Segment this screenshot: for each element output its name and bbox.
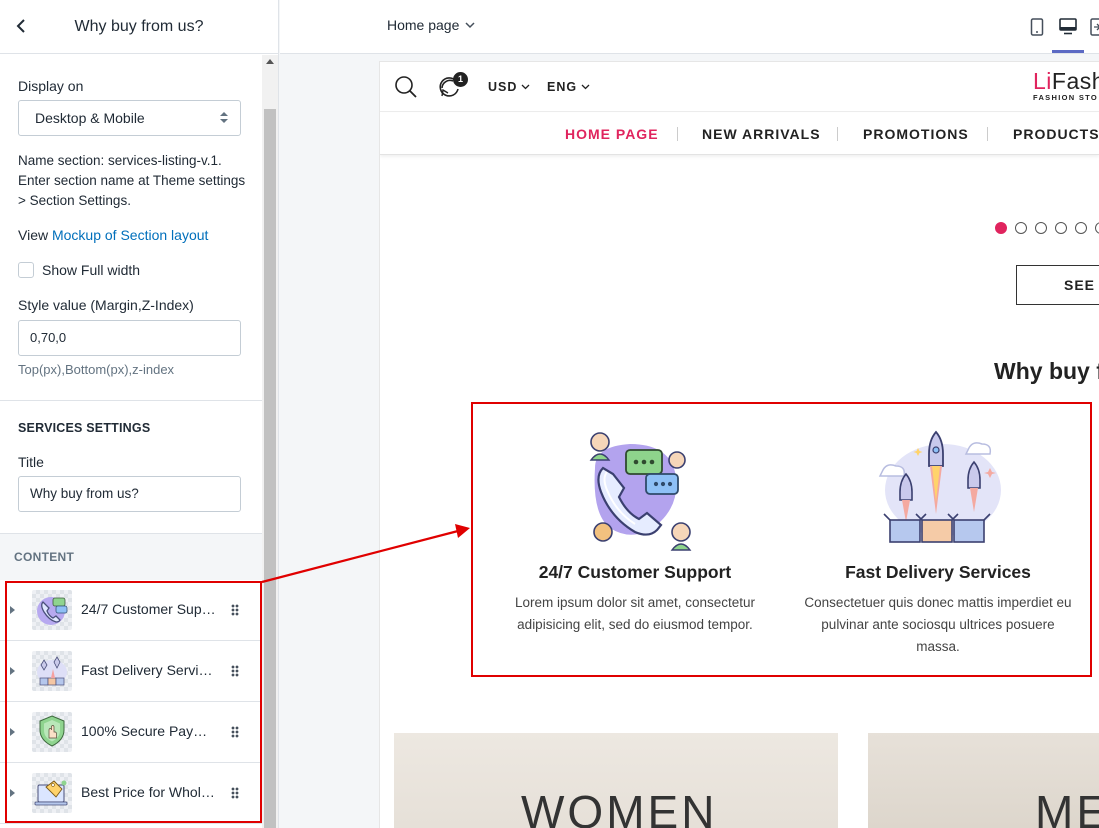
section-editor-panel: Why buy from us? Display on Desktop & Mo… bbox=[0, 0, 279, 828]
block-label: 100% Secure Payment bbox=[81, 723, 217, 739]
panel-header: Why buy from us? bbox=[0, 0, 278, 54]
expand-caret-icon[interactable] bbox=[10, 789, 15, 797]
content-block-item[interactable]: 100% Secure Payment bbox=[0, 702, 262, 763]
chevron-left-icon bbox=[16, 19, 25, 33]
language-label: ENG bbox=[547, 80, 578, 94]
style-value-label: Style value (Margin,Z-Index) bbox=[18, 297, 194, 313]
category-label: ME bbox=[1035, 786, 1099, 828]
rockets-delivery-icon bbox=[878, 428, 1001, 552]
title-label: Title bbox=[18, 454, 44, 470]
services-settings-heading: SERVICES SETTINGS bbox=[18, 421, 151, 435]
display-on-label: Display on bbox=[18, 78, 84, 94]
expand-caret-icon[interactable] bbox=[10, 728, 15, 736]
chevron-down-icon bbox=[581, 84, 590, 90]
show-full-width-checkbox[interactable] bbox=[18, 262, 34, 278]
slider-dot[interactable] bbox=[1095, 222, 1099, 234]
title-input[interactable]: Why buy from us? bbox=[18, 476, 241, 512]
back-button[interactable] bbox=[10, 15, 32, 37]
drag-handle-icon[interactable] bbox=[231, 787, 239, 799]
fullscreen-view-icon[interactable] bbox=[1090, 18, 1099, 39]
nav-item-new-arrivals[interactable]: NEW ARRIVALS bbox=[702, 126, 821, 142]
mockup-link[interactable]: Mockup of Section layout bbox=[52, 227, 208, 243]
nav-separator bbox=[677, 127, 678, 141]
nav-item-promotions[interactable]: PROMOTIONS bbox=[863, 126, 969, 142]
shield-hand-icon bbox=[32, 712, 72, 752]
block-label: 24/7 Customer Support bbox=[81, 601, 217, 617]
mockup-line: View Mockup of Section layout bbox=[18, 227, 208, 243]
block-label: Best Price for Wholesale bbox=[81, 784, 217, 800]
logo-text: LiFash bbox=[1033, 68, 1099, 94]
storefront-preview: 1 USD ENG LiFash FASHION STO HOME PAGE N… bbox=[380, 62, 1099, 828]
expand-caret-icon[interactable] bbox=[10, 606, 15, 614]
nav-item-products[interactable]: PRODUCTS bbox=[1013, 126, 1099, 142]
content-block-item[interactable]: 24/7 Customer Support bbox=[0, 580, 262, 641]
content-block-item[interactable]: Fast Delivery Services bbox=[0, 641, 262, 702]
category-banner-women[interactable]: WOMEN bbox=[394, 733, 838, 828]
section-title: Why buy f bbox=[994, 358, 1099, 384]
phone-chat-icon bbox=[575, 428, 695, 552]
main-navigation: HOME PAGE NEW ARRIVALS PROMOTIONS PRODUC… bbox=[380, 113, 1099, 155]
mobile-view-icon[interactable] bbox=[1030, 18, 1044, 39]
compare-count-badge: 1 bbox=[453, 72, 468, 87]
price-tag-laptop-icon bbox=[32, 773, 72, 813]
scrollbar-thumb[interactable] bbox=[264, 109, 276, 828]
slider-pagination bbox=[995, 222, 1099, 234]
display-on-select[interactable]: Desktop & Mobile bbox=[18, 100, 241, 136]
slider-dot[interactable] bbox=[1035, 222, 1047, 234]
service-description: Consectetuer quis donec mattis imperdiet… bbox=[804, 595, 1072, 654]
panel-scrollbar[interactable] bbox=[262, 55, 278, 828]
scroll-up-arrow-icon[interactable] bbox=[266, 59, 274, 64]
preview-toolbar: Home page bbox=[280, 0, 1099, 54]
service-item: 24/7 Customer Support Lorem ipsum dolor … bbox=[490, 428, 780, 636]
block-label: Fast Delivery Services bbox=[81, 662, 217, 678]
page-selector[interactable]: Home page bbox=[387, 17, 475, 33]
store-header: 1 USD ENG LiFash FASHION STO bbox=[380, 62, 1099, 112]
slider-dot[interactable] bbox=[1075, 222, 1087, 234]
drag-handle-icon[interactable] bbox=[231, 726, 239, 738]
expand-caret-icon[interactable] bbox=[10, 667, 15, 675]
show-full-width-label: Show Full width bbox=[42, 262, 141, 278]
slider-dot[interactable] bbox=[1015, 222, 1027, 234]
currency-selector[interactable]: USD bbox=[488, 80, 530, 94]
display-on-value: Desktop & Mobile bbox=[35, 110, 145, 126]
drag-handle-icon[interactable] bbox=[231, 665, 239, 677]
nav-item-home-page[interactable]: HOME PAGE bbox=[565, 126, 659, 142]
active-device-indicator bbox=[1052, 50, 1084, 53]
style-value-help: Top(px),Bottom(px),z-index bbox=[18, 362, 175, 377]
page-selector-label: Home page bbox=[387, 17, 460, 33]
divider bbox=[0, 533, 262, 534]
chevron-down-icon bbox=[521, 84, 530, 90]
show-full-width-row[interactable]: Show Full width bbox=[18, 262, 140, 278]
service-title: Fast Delivery Services bbox=[845, 562, 1031, 582]
slider-dot[interactable] bbox=[995, 222, 1007, 234]
service-title: 24/7 Customer Support bbox=[538, 562, 732, 582]
search-icon[interactable] bbox=[394, 75, 418, 102]
currency-label: USD bbox=[488, 80, 518, 94]
phone-chat-icon bbox=[32, 590, 72, 630]
drag-handle-icon[interactable] bbox=[231, 604, 239, 616]
store-logo[interactable]: LiFash FASHION STO bbox=[1033, 68, 1099, 102]
panel-title: Why buy from us? bbox=[74, 17, 204, 35]
chevron-down-icon bbox=[465, 21, 475, 28]
logo-tagline: FASHION STO bbox=[1033, 93, 1099, 102]
view-prefix: View bbox=[18, 227, 49, 243]
section-name-info: Name section: services-listing-v.1. Ente… bbox=[18, 153, 246, 208]
desktop-view-icon[interactable] bbox=[1059, 18, 1077, 38]
rockets-delivery-icon bbox=[32, 651, 72, 691]
select-arrows-icon bbox=[220, 112, 228, 124]
panel-scroll-area[interactable]: Display on Desktop & Mobile Name section… bbox=[0, 55, 262, 828]
content-heading: CONTENT bbox=[14, 550, 75, 564]
nav-separator bbox=[837, 127, 838, 141]
slider-dot[interactable] bbox=[1055, 222, 1067, 234]
nav-separator bbox=[987, 127, 988, 141]
service-item: Fast Delivery Services Consectetuer quis… bbox=[793, 428, 1083, 658]
divider bbox=[0, 400, 262, 401]
content-block-item[interactable]: Best Price for Wholesale bbox=[0, 763, 262, 824]
category-banner-men[interactable]: ME bbox=[868, 733, 1099, 828]
see-all-button[interactable]: SEE A bbox=[1016, 265, 1099, 305]
language-selector[interactable]: ENG bbox=[547, 80, 590, 94]
style-value-input[interactable]: 0,70,0 bbox=[18, 320, 241, 356]
category-label: WOMEN bbox=[521, 786, 718, 828]
service-description: Lorem ipsum dolor sit amet, consectetur … bbox=[514, 595, 756, 632]
